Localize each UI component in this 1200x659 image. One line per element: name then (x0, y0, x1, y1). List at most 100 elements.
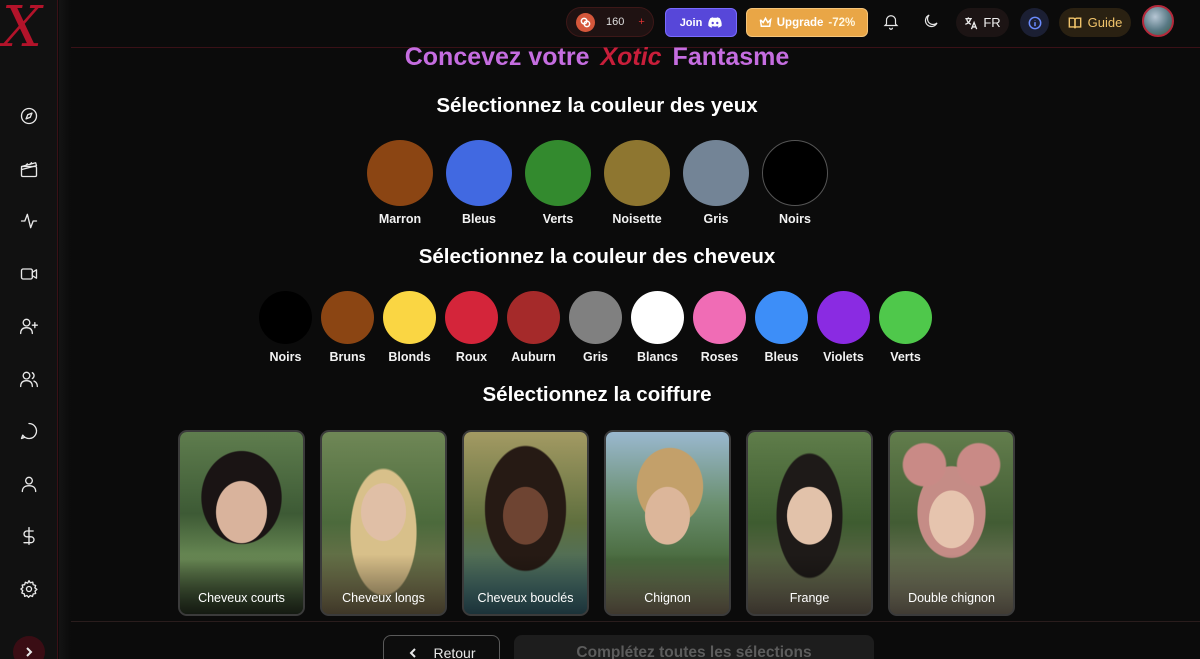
complete-selections-button[interactable]: Complétez toutes les sélections (514, 635, 874, 659)
hair-color-heading: Sélectionnez la couleur des cheveux (418, 245, 776, 268)
hair-color-option[interactable]: Roses (693, 291, 746, 364)
crown-icon (759, 16, 772, 27)
hair-color-label: Verts (890, 350, 921, 364)
coin-count: 160 (606, 16, 625, 28)
color-swatch[interactable] (569, 291, 622, 344)
color-swatch[interactable] (762, 140, 828, 206)
hairstyle-label: Frange (789, 591, 830, 605)
eye-color-heading: Sélectionnez la couleur des yeux (436, 94, 758, 117)
sidebar-item-activity[interactable] (0, 195, 58, 248)
logo-letter: X (2, 0, 42, 60)
sidebar-item-chat[interactable] (0, 405, 58, 458)
eye-color-option[interactable]: Verts (525, 140, 591, 226)
color-swatch[interactable] (259, 291, 312, 344)
color-swatch[interactable] (631, 291, 684, 344)
hairstyle-options: Cheveux courts Cheveux longs Cheveux boucl… (178, 430, 1015, 616)
color-swatch[interactable] (367, 140, 433, 206)
color-swatch[interactable] (817, 291, 870, 344)
back-button[interactable]: Retour (383, 635, 500, 659)
hair-color-option[interactable]: Verts (879, 291, 932, 364)
upgrade-label: Upgrade (776, 16, 824, 29)
hair-color-option[interactable]: Noirs (259, 291, 312, 364)
eye-color-option[interactable]: Marron (367, 140, 433, 226)
color-swatch[interactable] (879, 291, 932, 344)
compass-icon (20, 108, 38, 125)
activity-icon (20, 213, 38, 229)
eye-color-label: Bleus (461, 212, 497, 226)
users-icon (20, 371, 38, 387)
color-swatch[interactable] (321, 291, 374, 344)
chevron-left-icon (410, 648, 417, 658)
eye-color-option[interactable]: Bleus (446, 140, 512, 226)
card-shade (464, 554, 587, 614)
hairstyle-card[interactable]: Cheveux courts (178, 430, 305, 616)
eye-color-option[interactable]: Gris (683, 140, 749, 226)
language-selector[interactable]: FR (956, 8, 1009, 37)
sidebar-item-create[interactable] (0, 300, 58, 353)
color-swatch[interactable] (525, 140, 591, 206)
hair-color-option[interactable]: Bleus (755, 291, 808, 364)
hairstyle-card[interactable]: Chignon (604, 430, 731, 616)
color-swatch[interactable] (445, 291, 498, 344)
info-button[interactable] (1020, 8, 1049, 37)
color-swatch[interactable] (446, 140, 512, 206)
hair-color-option[interactable]: Violets (817, 291, 870, 364)
hairstyle-card[interactable]: Double chignon (888, 430, 1015, 616)
hair-color-option[interactable]: Gris (569, 291, 622, 364)
sidebar-item-video[interactable] (0, 248, 58, 301)
sidebar-expand-button[interactable] (13, 636, 45, 659)
video-icon (20, 268, 38, 280)
hairstyle-card[interactable]: Cheveux bouclés (462, 430, 589, 616)
sidebar-item-settings[interactable] (0, 563, 58, 616)
sidebar-item-pricing[interactable] (0, 510, 58, 563)
hair-color-option[interactable]: Auburn (507, 291, 560, 364)
eye-color-label: Noisette (612, 212, 662, 226)
card-shade (890, 554, 1013, 614)
guide-button[interactable]: Guide (1059, 8, 1131, 37)
hair-color-option[interactable]: Roux (445, 291, 498, 364)
theme-toggle-button[interactable] (922, 12, 942, 32)
upgrade-discount: -72% (828, 16, 856, 29)
eye-color-option[interactable]: Noisette (604, 140, 670, 226)
hair-color-label: Blancs (637, 350, 678, 364)
hairstyle-card[interactable]: Frange (746, 430, 873, 616)
hair-color-option[interactable]: Blonds (383, 291, 436, 364)
hair-color-label: Noirs (269, 350, 302, 364)
title-prefix: Concevez votre (404, 43, 590, 71)
top-bar: 160 + Join Upgrade -72% FR Guide (71, 0, 1200, 48)
chat-icon (20, 423, 38, 440)
sidebar-item-scenes[interactable] (0, 143, 58, 196)
card-shade (180, 554, 303, 614)
notifications-button[interactable] (882, 12, 902, 32)
user-avatar[interactable] (1142, 5, 1174, 37)
eye-color-option[interactable]: Noirs (762, 140, 828, 226)
join-discord-button[interactable]: Join (665, 8, 737, 37)
color-swatch[interactable] (383, 291, 436, 344)
card-shade (748, 554, 871, 614)
color-swatch[interactable] (604, 140, 670, 206)
hairstyle-label: Chignon (644, 591, 691, 605)
sidebar-item-discover[interactable] (0, 90, 58, 143)
upgrade-button[interactable]: Upgrade -72% (746, 8, 868, 37)
color-swatch[interactable] (693, 291, 746, 344)
moon-icon (924, 14, 938, 28)
hair-color-option[interactable]: Bruns (321, 291, 374, 364)
eye-color-label: Verts (542, 212, 574, 226)
bell-icon (883, 15, 899, 30)
color-swatch[interactable] (755, 291, 808, 344)
hair-color-label: Roux (455, 350, 488, 364)
guide-label: Guide (1087, 15, 1123, 30)
eye-color-label: Noirs (779, 212, 811, 226)
hair-color-option[interactable]: Blancs (631, 291, 684, 364)
sidebar-item-characters[interactable] (0, 353, 58, 406)
hairstyle-card[interactable]: Cheveux longs (320, 430, 447, 616)
sidebar-item-profile[interactable] (0, 458, 58, 511)
coin-balance[interactable]: 160 + (566, 7, 654, 37)
color-swatch[interactable] (507, 291, 560, 344)
logo[interactable]: X (0, 0, 58, 56)
title-brand: Xotic (600, 43, 662, 71)
add-coins-button[interactable]: + (638, 16, 644, 28)
color-swatch[interactable] (683, 140, 749, 206)
hairstyle-label: Cheveux courts (198, 591, 285, 605)
coins-icon (576, 12, 595, 32)
